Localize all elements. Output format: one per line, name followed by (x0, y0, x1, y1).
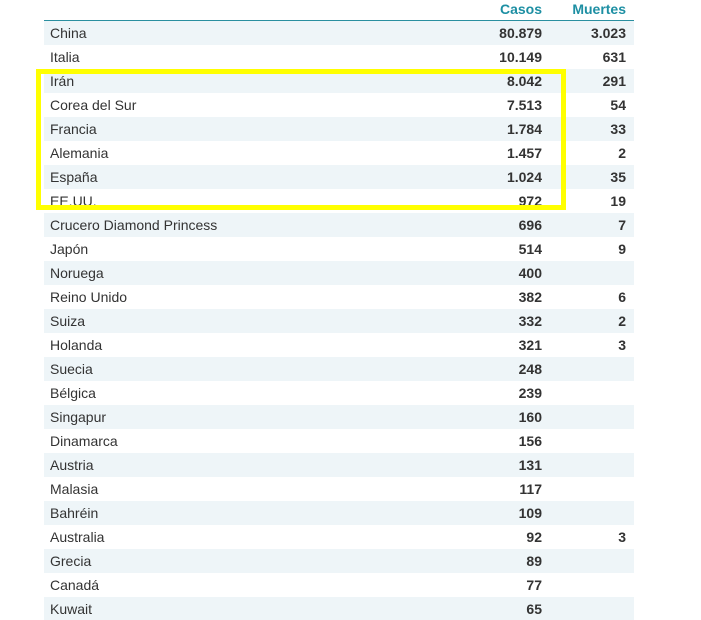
table-row: Kuwait 65 (44, 597, 634, 620)
deaths-column-header: Muertes (572, 1, 626, 17)
table-row: Suiza 332 2 (44, 309, 634, 333)
country-cell: Bahréin (50, 505, 99, 521)
cases-cell: 239 (518, 385, 542, 401)
cases-cell: 1.024 (506, 169, 542, 185)
cases-cell: 8.042 (506, 73, 542, 89)
table-row: Japón 514 9 (44, 237, 634, 261)
cases-cell: 248 (518, 361, 542, 377)
cases-cell: 321 (518, 337, 542, 353)
cases-cell: 514 (518, 241, 542, 257)
table-row: Corea del Sur 7.513 54 (44, 93, 634, 117)
cases-cell: 1.784 (506, 121, 542, 137)
deaths-cell: 3.023 (590, 25, 626, 41)
cases-cell: 160 (518, 409, 542, 425)
table-row: Noruega 400 (44, 261, 634, 285)
country-cell: Crucero Diamond Princess (50, 217, 218, 233)
deaths-cell: 33 (610, 121, 626, 137)
country-cell: Suiza (50, 313, 86, 329)
cases-cell: 89 (526, 553, 542, 569)
country-cell: Bélgica (50, 385, 96, 401)
country-cell: Singapur (50, 409, 107, 425)
table-row: Bélgica 239 (44, 381, 634, 405)
table-row: Holanda 321 3 (44, 333, 634, 357)
cases-column-header: Casos (499, 1, 542, 17)
cases-cell: 7.513 (506, 97, 542, 113)
country-cell: Noruega (50, 265, 104, 281)
table-row: Irán 8.042 291 (44, 69, 634, 93)
country-cell: Canadá (50, 577, 100, 593)
country-cell: Irán (50, 73, 75, 89)
country-cell: Kuwait (50, 601, 93, 617)
table-row: Dinamarca 156 (44, 429, 634, 453)
cases-table: Casos Muertes China 80.879 3.023 Italia 10.1… (44, 0, 634, 620)
deaths-cell: 3 (618, 529, 626, 545)
country-cell: Corea del Sur (50, 97, 137, 113)
country-cell: España (50, 169, 98, 185)
deaths-cell: 2 (618, 145, 626, 161)
country-cell: Dinamarca (50, 433, 118, 449)
country-cell: EE.UU. (50, 193, 97, 209)
deaths-cell: 35 (610, 169, 626, 185)
cases-cell: 696 (518, 217, 542, 233)
deaths-cell: 6 (618, 289, 626, 305)
country-cell: Italia (50, 49, 80, 65)
table-row: Australia 92 3 (44, 525, 634, 549)
country-cell: China (50, 25, 87, 41)
table-row: Crucero Diamond Princess 696 7 (44, 213, 634, 237)
country-cell: Australia (50, 529, 105, 545)
cases-cell: 80.879 (499, 25, 542, 41)
cases-cell: 117 (519, 481, 542, 497)
country-cell: Austria (50, 457, 94, 473)
table-row: Malasia 117 (44, 477, 634, 501)
table-row: EE.UU. 972 19 (44, 189, 634, 213)
country-cell: Malasia (50, 481, 99, 497)
country-cell: Grecia (50, 553, 92, 569)
table-row: Grecia 89 (44, 549, 634, 573)
table-row: Singapur 160 (44, 405, 634, 429)
country-cell: Alemania (50, 145, 109, 161)
table-row: Italia 10.149 631 (44, 45, 634, 69)
cases-cell: 77 (526, 577, 542, 593)
table-header: Casos Muertes (44, 0, 634, 21)
table-row: Francia 1.784 33 (44, 117, 634, 141)
cases-cell: 109 (518, 505, 542, 521)
country-cell: Reino Unido (50, 289, 128, 305)
cases-cell: 65 (526, 601, 542, 617)
deaths-cell: 3 (618, 337, 626, 353)
table-body: China 80.879 3.023 Italia 10.149 631 Irán 8.042… (44, 21, 634, 620)
table-row: Bahréin 109 (44, 501, 634, 525)
cases-cell: 156 (518, 433, 542, 449)
cases-cell: 131 (518, 457, 542, 473)
cases-cell: 10.149 (499, 49, 542, 65)
deaths-cell: 9 (618, 241, 626, 257)
country-cell: Francia (50, 121, 97, 137)
cases-cell: 972 (518, 193, 542, 209)
cases-cell: 92 (526, 529, 542, 545)
cases-cell: 1.457 (506, 145, 542, 161)
table-row: Canadá 77 (44, 573, 634, 597)
table-row: Austria 131 (44, 453, 634, 477)
table-row: China 80.879 3.023 (44, 21, 634, 45)
cases-cell: 400 (518, 265, 542, 281)
deaths-cell: 54 (610, 97, 626, 113)
table-row: España 1.024 35 (44, 165, 634, 189)
page: Casos Muertes China 80.879 3.023 Italia 10.1… (0, 0, 701, 620)
deaths-cell: 631 (602, 49, 626, 65)
deaths-cell: 291 (602, 73, 626, 89)
table-row: Reino Unido 382 6 (44, 285, 634, 309)
country-cell: Holanda (50, 337, 103, 353)
table-row: Suecia 248 (44, 357, 634, 381)
deaths-cell: 2 (618, 313, 626, 329)
deaths-cell: 19 (610, 193, 626, 209)
cases-cell: 382 (518, 289, 542, 305)
deaths-cell: 7 (618, 217, 626, 233)
table-row: Alemania 1.457 2 (44, 141, 634, 165)
country-cell: Japón (50, 241, 89, 257)
cases-cell: 332 (518, 313, 542, 329)
country-cell: Suecia (50, 361, 93, 377)
